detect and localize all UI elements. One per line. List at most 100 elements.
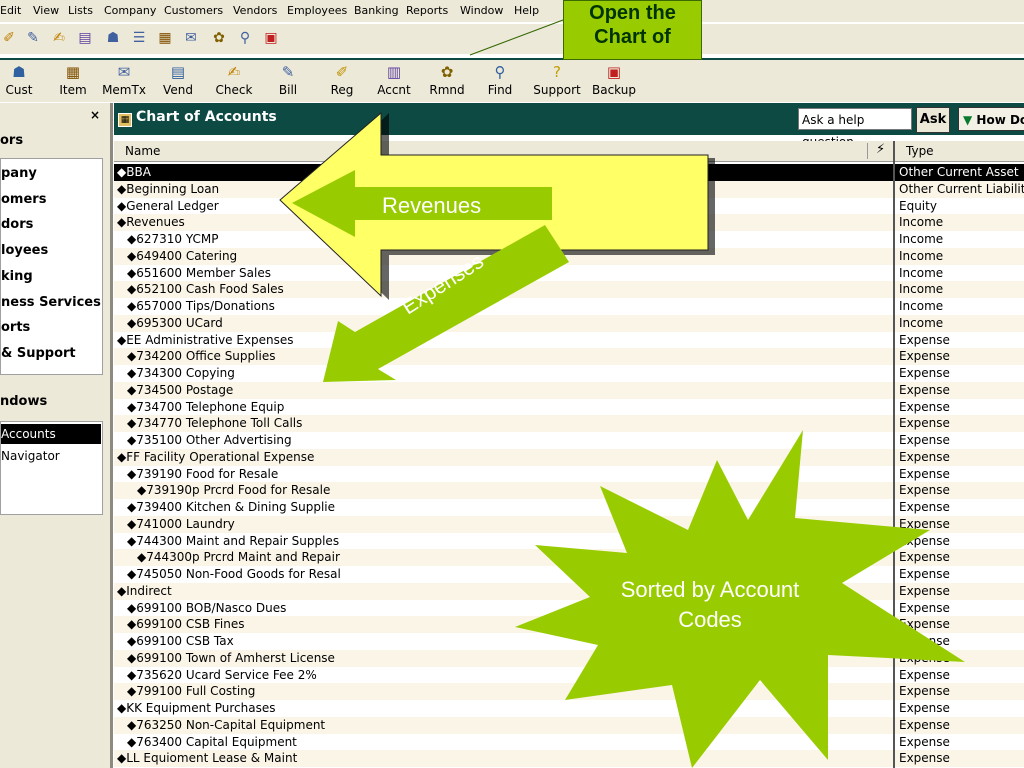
menu-help[interactable]: Help	[514, 4, 539, 17]
menu-banking[interactable]: Banking	[354, 4, 399, 17]
ask-button[interactable]: Ask	[916, 107, 950, 133]
account-name: ◆Beginning Loan	[117, 181, 220, 196]
register-icon[interactable]: ▤	[76, 29, 94, 47]
menu-vendors[interactable]: Vendors	[233, 4, 277, 17]
account-row[interactable]: ◆745050 Non-Food Goods for Resal Expense	[114, 566, 1024, 583]
account-row[interactable]: ◆652100 Cash Food Sales Income	[114, 281, 1024, 298]
account-type: Expense	[899, 650, 950, 665]
menu-window[interactable]: Window	[460, 4, 503, 17]
account-row[interactable]: ◆KK Equipment Purchases Expense	[114, 700, 1024, 717]
account-row[interactable]: ◆699100 BOB/Nasco Dues Expense	[114, 600, 1024, 617]
account-row[interactable]: ◆FF Facility Operational Expense Expense	[114, 448, 1024, 466]
account-row[interactable]: ◆Beginning Loan Other Current Liability	[114, 180, 1024, 198]
lightning-icon[interactable]: ⚡	[876, 142, 885, 157]
navigator-item[interactable]: orts	[1, 320, 30, 335]
toolbar-button-bill[interactable]: ✎ Bill	[270, 60, 306, 102]
type-column-divider	[893, 160, 895, 768]
navigator-item[interactable]: dors	[1, 217, 33, 232]
column-header: Name ⚡ Type	[114, 141, 1024, 162]
account-name: ◆735620 Ucard Service Fee 2%	[127, 667, 317, 682]
help-question-input[interactable]: Ask a help question	[798, 108, 912, 149]
account-row[interactable]: ◆744300 Maint and Repair Supples Expense	[114, 533, 1024, 550]
account-row[interactable]: ◆LL Equioment Lease & Maint Expense	[114, 750, 1024, 767]
reminder-icon[interactable]: ✿	[210, 29, 228, 47]
open-window-item[interactable]: Navigator	[1, 446, 101, 466]
account-row[interactable]: ◆734200 Office Supplies Expense	[114, 348, 1024, 365]
account-row[interactable]: ◆Indirect Expense	[114, 582, 1024, 600]
account-row[interactable]: ◆657000 Tips/Donations Income	[114, 298, 1024, 315]
account-row[interactable]: ◆Revenues Income	[114, 214, 1024, 231]
account-row[interactable]: ◆763400 Capital Equipment Expense	[114, 734, 1024, 751]
account-row[interactable]: ◆649400 Catering Income	[114, 247, 1024, 265]
find-icon[interactable]: ⚲	[236, 29, 254, 47]
account-name: ◆652100 Cash Food Sales	[127, 282, 284, 297]
account-row[interactable]: ◆695300 UCard Income	[114, 314, 1024, 332]
menu-employees[interactable]: Employees	[287, 4, 347, 17]
pen-icon[interactable]: ✎	[24, 29, 42, 47]
toolbar-button-check[interactable]: ✍ Check	[210, 60, 258, 102]
account-row[interactable]: ◆734300 Copying Expense	[114, 365, 1024, 382]
toolbar-button-reg[interactable]: ✐ Reg	[322, 60, 362, 102]
account-row[interactable]: ◆EE Administrative Expenses Expense	[114, 332, 1024, 349]
account-row[interactable]: ◆735100 Other Advertising Expense	[114, 432, 1024, 449]
account-row[interactable]: ◆763250 Non-Capital Equipment Expense	[114, 716, 1024, 734]
account-row[interactable]: ◆699100 CSB Fines Expense	[114, 616, 1024, 633]
account-row[interactable]: ◆651600 Member Sales Income	[114, 265, 1024, 282]
close-icon[interactable]: ×	[90, 108, 100, 122]
account-row[interactable]: ◆739400 Kitchen & Dining Supplie Expense	[114, 499, 1024, 516]
account-row[interactable]: ◆734700 Telephone Equip Expense	[114, 399, 1024, 416]
ledger-fragment-text: Ledger”	[560, 197, 614, 213]
toolbar-button-cust[interactable]: ☗ Cust	[0, 60, 38, 102]
type-column-header[interactable]: Type	[906, 144, 934, 158]
customer-icon[interactable]: ☗	[104, 29, 122, 47]
account-row[interactable]: ◆739190 Food for Resale Expense	[114, 466, 1024, 483]
menu-reports[interactable]: Reports	[406, 4, 448, 17]
account-row[interactable]: ◆744300p Prcrd Maint and Repair Expense	[114, 549, 1024, 566]
edit-icon[interactable]: ✐	[0, 29, 18, 47]
account-row[interactable]: ◆739190p Prcrd Food for Resale Expense	[114, 482, 1024, 499]
toolbar-button-label: Support	[533, 83, 581, 97]
account-row[interactable]: ◆699100 CSB Tax Expense	[114, 633, 1024, 650]
toolbar-button-support[interactable]: ? Support	[530, 60, 584, 102]
toolbar-button-accnt[interactable]: ▥ Accnt	[372, 60, 416, 102]
open-window-item[interactable]: Accounts	[1, 424, 101, 444]
list-icon[interactable]: ☰	[130, 29, 148, 47]
menu-company[interactable]: Company	[104, 4, 156, 17]
account-row[interactable]: ◆734770 Telephone Toll Calls Expense	[114, 415, 1024, 432]
navigator-item[interactable]: & Support	[1, 346, 76, 361]
account-row[interactable]: ◆741000 Laundry Expense	[114, 515, 1024, 533]
account-row[interactable]: ◆799100 Full Costing Expense	[114, 683, 1024, 700]
navigator-item[interactable]: omers	[1, 192, 46, 207]
navigator-item[interactable]: ness Services	[1, 295, 101, 310]
memo-icon[interactable]: ✉	[182, 29, 200, 47]
account-row[interactable]: ◆735620 Ucard Service Fee 2% Expense	[114, 667, 1024, 684]
menu-edit[interactable]: Edit	[0, 4, 21, 17]
menu-lists[interactable]: Lists	[68, 4, 93, 17]
menu-view[interactable]: View	[33, 4, 59, 17]
write-icon[interactable]: ✍	[50, 29, 68, 47]
toolbar-button-vend[interactable]: ▤ Vend	[157, 60, 199, 102]
backup-icon[interactable]: ▣	[262, 29, 280, 47]
account-row[interactable]: ◆699100 Town of Amherst License Expense	[114, 649, 1024, 667]
account-type: Expense	[899, 684, 950, 699]
account-name: ◆734300 Copying	[127, 366, 235, 380]
account-row[interactable]: ◆BBA Other Current Asset	[114, 164, 1024, 181]
toolbar-button-backup[interactable]: ▣ Backup	[590, 60, 638, 102]
name-column-header[interactable]: Name	[125, 144, 160, 158]
account-name: ◆695300 UCard	[127, 315, 223, 330]
account-row[interactable]: ◆734500 Postage Expense	[114, 381, 1024, 399]
menu-customers[interactable]: Customers	[164, 4, 223, 17]
how-do-i-button[interactable]: ▼ How Do	[958, 107, 1024, 131]
toolbar-button-find[interactable]: ⚲ Find	[480, 60, 520, 102]
account-name: ◆699100 BOB/Nasco Dues	[127, 600, 287, 615]
navigator-item[interactable]: loyees	[1, 243, 48, 258]
item-icon[interactable]: ▦	[156, 29, 174, 47]
toolbar-button-item[interactable]: ▦ Item	[52, 60, 94, 102]
navigator-item[interactable]: pany	[1, 166, 37, 181]
toolbar-button-rmnd[interactable]: ✿ Rmnd	[425, 60, 469, 102]
account-row[interactable]: ◆627310 YCMP Income	[114, 231, 1024, 248]
account-name: ◆745050 Non-Food Goods for Resal	[127, 567, 341, 581]
navigator-item[interactable]: king	[1, 269, 33, 284]
toolbar-button-memtx[interactable]: ✉ MemTx	[100, 60, 148, 102]
toolbar-button-label: MemTx	[102, 83, 146, 97]
